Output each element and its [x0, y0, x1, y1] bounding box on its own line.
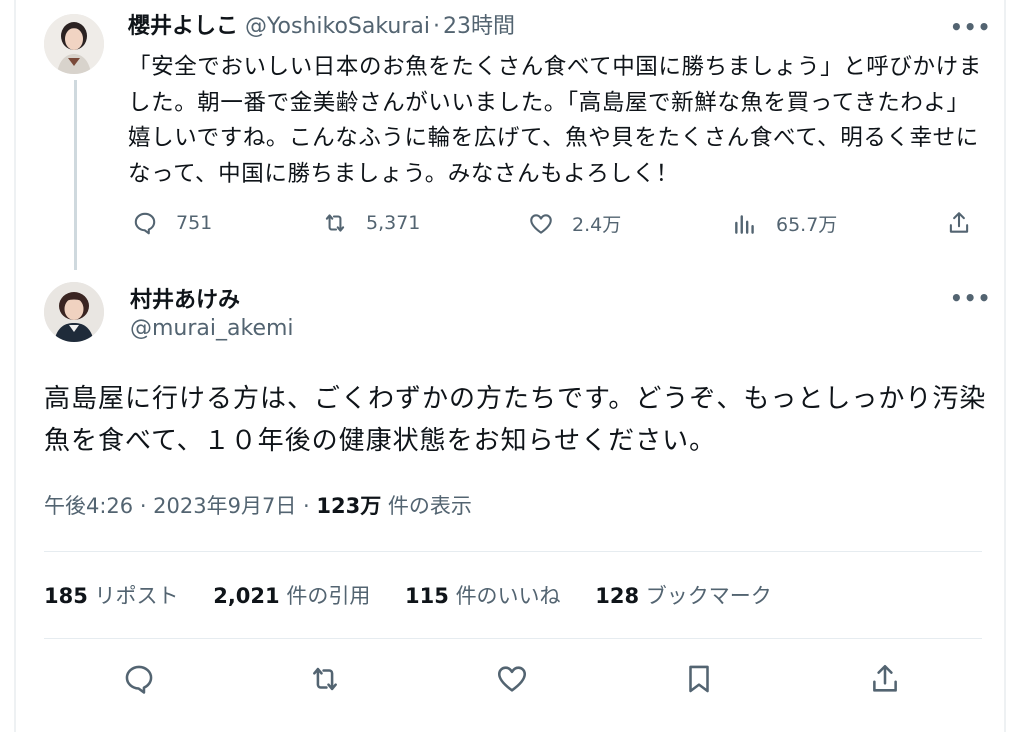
like-button[interactable] [495, 662, 529, 696]
bookmarks-label: ブックマーク [645, 584, 772, 608]
reply-to-time[interactable]: 23時間 [443, 14, 515, 39]
author-handle[interactable]: @murai_akemi [130, 316, 294, 341]
bookmark-icon [689, 665, 709, 693]
likes-count: 115 [405, 584, 449, 608]
bookmarks-count: 128 [595, 584, 640, 608]
frame-left-edge [14, 0, 16, 732]
stat-reposts[interactable]: 185 リポスト [44, 584, 179, 608]
header-separator: · [433, 14, 441, 39]
thread-connector-line [74, 80, 77, 270]
reposts-label: リポスト [94, 584, 179, 608]
reply-to-handle[interactable]: @YoshikoSakurai [245, 14, 430, 39]
stat-bookmarks[interactable]: 128 ブックマーク [595, 584, 772, 608]
stat-likes[interactable]: 115 件のいいね [405, 584, 561, 608]
avatar-reply-to[interactable] [44, 14, 104, 74]
like-button[interactable]: 2.4万 [528, 210, 621, 237]
views-button[interactable]: 65.7万 [732, 210, 837, 237]
stat-quotes[interactable]: 2,021 件の引用 [213, 584, 370, 608]
reposts-count: 185 [44, 584, 88, 608]
tweet-views-label: 件の表示 [387, 494, 472, 518]
reply-icon [125, 665, 153, 694]
views-icon [735, 214, 754, 234]
repost-button[interactable] [308, 662, 342, 696]
likes-label: 件のいいね [455, 584, 561, 608]
share-button[interactable] [868, 662, 902, 696]
tweet-views-count: 123万 [316, 494, 382, 518]
reply-button[interactable] [122, 662, 156, 696]
repost-icon [313, 667, 337, 691]
person-photo-icon [44, 282, 104, 342]
share-button[interactable] [946, 210, 972, 236]
reply-count: 751 [176, 212, 213, 234]
tweet-meta: 午後4:26 · 2023年9月7日 · 123万 件の表示 [44, 490, 472, 520]
repost-icon [325, 214, 345, 232]
like-icon [497, 666, 527, 692]
person-photo-icon [44, 14, 104, 74]
reply-to-header: 櫻井よしこ @YoshikoSakurai · 23時間 [128, 12, 515, 42]
share-icon [949, 212, 969, 233]
frame-right-edge [1004, 0, 1006, 732]
views-count: 65.7万 [776, 214, 838, 236]
like-icon [530, 213, 552, 234]
more-icon[interactable]: ••• [950, 288, 990, 308]
quotes-count: 2,021 [213, 584, 280, 608]
bookmark-button[interactable] [682, 662, 716, 696]
author-name[interactable]: 村井あけみ [130, 282, 240, 314]
tweet-detail-page: 櫻井よしこ @YoshikoSakurai · 23時間 ••• 「安全でおいしい日… [0, 0, 1024, 732]
share-icon [873, 664, 897, 692]
quotes-label: 件の引用 [286, 584, 371, 608]
divider [44, 551, 982, 552]
like-count: 2.4万 [572, 214, 622, 236]
tweet-timestamp[interactable]: 午後4:26 · 2023年9月7日 · [44, 494, 310, 518]
reply-to-name[interactable]: 櫻井よしこ [128, 14, 238, 39]
divider [44, 638, 982, 639]
reply-icon [134, 212, 156, 235]
engagement-stats: 185 リポスト 2,021 件の引用 115 件のいいね 128 ブックマーク [44, 580, 800, 610]
repost-count: 5,371 [366, 212, 421, 234]
tweet-text: 高島屋に行ける方は、ごくわずかの方たちです。どうぞ、もっとしっかり汚染魚を食べて… [44, 384, 987, 456]
reply-to-text: 「安全でおいしい日本のお魚をたくさん食べて中国に勝ちましょう」と呼びかけました。… [128, 54, 982, 187]
avatar-author[interactable] [44, 282, 104, 342]
repost-button[interactable]: 5,371 [322, 210, 420, 236]
reply-button[interactable]: 751 [132, 210, 212, 236]
more-icon[interactable]: ••• [950, 17, 990, 37]
